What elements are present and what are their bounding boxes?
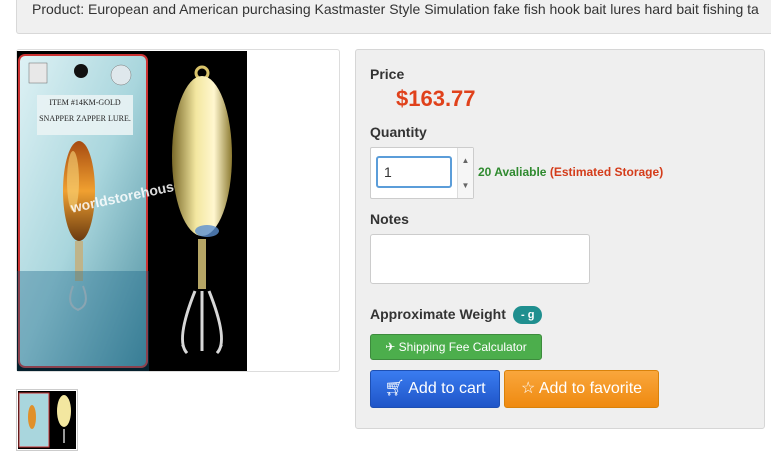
available-count: 20 Avaliable: [478, 165, 547, 179]
quantity-input[interactable]: [376, 156, 452, 188]
price-label: Price: [370, 66, 405, 82]
lure-photo-illustration: ITEM #14KM-GOLD SNAPPER ZAPPER LURE. wor…: [17, 54, 232, 371]
stock-availability: 20 Avaliable (Estimated Storage): [478, 165, 663, 179]
plane-icon: ✈: [385, 340, 396, 354]
product-title: Product: European and American purchasin…: [32, 1, 759, 17]
weight-badge: - g: [513, 306, 543, 324]
add-to-favorite-label: Add to favorite: [538, 380, 643, 397]
add-to-cart-button[interactable]: 🛒︎ Add to cart: [370, 370, 500, 408]
quantity-label: Quantity: [370, 124, 427, 140]
product-main-image[interactable]: ITEM #14KM-GOLD SNAPPER ZAPPER LURE. wor…: [17, 51, 247, 371]
estimated-storage: (Estimated Storage): [549, 165, 664, 179]
star-icon: ☆: [520, 380, 536, 397]
thumbnail-image: [18, 392, 71, 448]
package-item-text: ITEM #14KM-GOLD: [49, 98, 121, 107]
cart-icon: 🛒︎: [384, 380, 405, 397]
add-to-cart-label: Add to cart: [408, 380, 486, 397]
add-to-favorite-button[interactable]: ☆ Add to favorite: [504, 370, 659, 408]
product-thumbnail[interactable]: [16, 389, 78, 451]
notes-label: Notes: [370, 211, 409, 227]
product-title-bar: Product: European and American purchasin…: [16, 0, 771, 34]
chevron-down-icon[interactable]: ▼: [458, 173, 473, 198]
quantity-spinner[interactable]: ▲ ▼: [457, 148, 473, 198]
package-name-text: SNAPPER ZAPPER LURE.: [39, 114, 131, 123]
chevron-up-icon[interactable]: ▲: [458, 148, 473, 173]
shipping-fee-calculator-label: Shipping Fee Calculator: [398, 340, 527, 354]
price-value: $163.77: [396, 86, 476, 111]
weight-label: Approximate Weight: [370, 306, 506, 322]
shipping-fee-calculator-button[interactable]: ✈ Shipping Fee Calculator: [370, 334, 542, 360]
notes-field[interactable]: [370, 234, 590, 284]
